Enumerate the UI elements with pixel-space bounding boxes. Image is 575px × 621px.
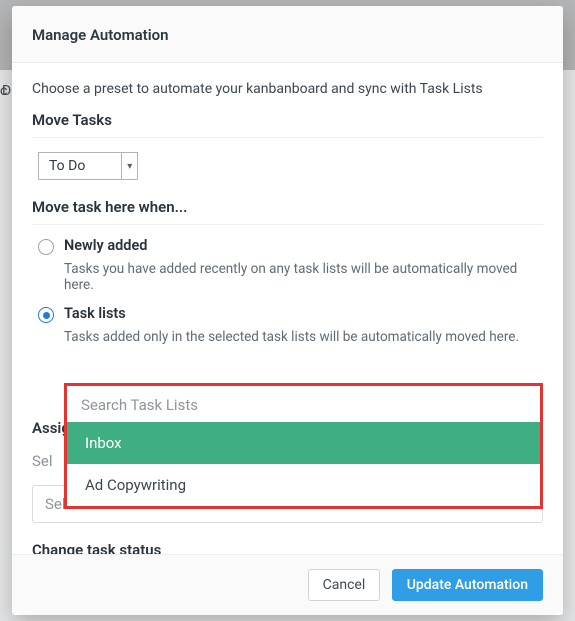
tasklist-option-ad-copywriting[interactable]: Ad Copywriting: [67, 464, 540, 506]
update-automation-button[interactable]: Update Automation: [392, 569, 543, 601]
modal-subtitle: Choose a preset to automate your kanbanb…: [32, 81, 543, 97]
tasklist-option-inbox[interactable]: Inbox: [67, 422, 540, 464]
move-tasks-heading: Move Tasks: [32, 111, 543, 138]
change-status-heading: Change task status: [32, 541, 543, 554]
modal-title: Manage Automation: [12, 6, 563, 63]
trigger-heading: Move task here when...: [32, 198, 543, 225]
option-newly-added-label: Newly added: [64, 237, 147, 254]
modal-footer: Cancel Update Automation: [12, 554, 563, 615]
radio-task-lists[interactable]: [38, 307, 54, 323]
option-task-lists-desc: Tasks added only in the selected task li…: [64, 329, 543, 345]
cancel-button[interactable]: Cancel: [308, 569, 381, 601]
manage-automation-modal: Manage Automation Choose a preset to aut…: [12, 6, 563, 615]
tasklist-search-input[interactable]: Search Task Lists: [67, 386, 540, 422]
radio-newly-added[interactable]: [38, 239, 54, 255]
tasklist-dropdown: Search Task Lists Inbox Ad Copywriting: [64, 383, 543, 509]
column-select[interactable]: To Do ▾: [38, 152, 138, 180]
column-select-value: To Do: [39, 158, 121, 174]
chevron-down-icon: ▾: [121, 153, 137, 179]
option-newly-added-desc: Tasks you have added recently on any tas…: [64, 261, 543, 293]
option-task-lists-label: Task lists: [64, 305, 126, 322]
